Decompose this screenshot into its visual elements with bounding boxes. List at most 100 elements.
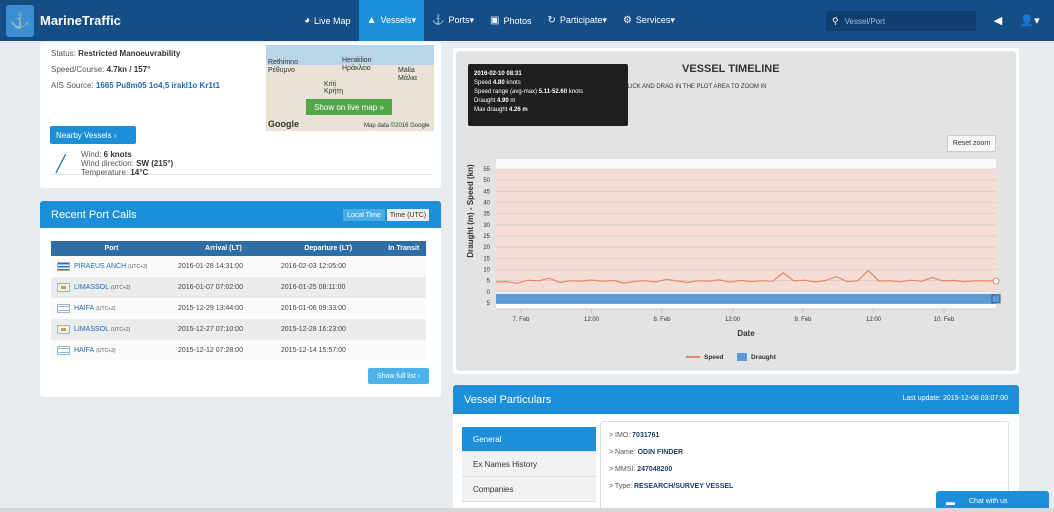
vessel-port-search[interactable]: ⚲ Vessel/Port: [826, 11, 976, 31]
port-name-link[interactable]: PIRAEUS ANCH: [74, 263, 126, 270]
port-name-link[interactable]: HAIFA: [74, 305, 94, 312]
table-row[interactable]: LIMASSOL (UTC+2) 2015-12-27 07:10:00 2015-1…: [51, 319, 426, 340]
particulars-tab[interactable]: General: [462, 427, 596, 452]
table-row[interactable]: HAIFA (UTC+2) 2015-12-12 07:28:00 2015-12-1…: [51, 340, 426, 361]
table-row[interactable]: PIRAEUS ANCH (UTC+2) 2016-01-28 14:31:00 20…: [51, 256, 426, 277]
arrival-cell: 2015-12-27 07:10:00: [171, 319, 275, 340]
x-tick-label: 7. Feb: [512, 317, 530, 323]
column-header[interactable]: Arrival (LT): [171, 241, 275, 256]
hover-marker: [992, 277, 1000, 285]
y-tick-label: 5: [487, 301, 491, 307]
last-update: Last update: 2015-12-08 03:07:00: [902, 395, 1008, 402]
tooltip-line: Draught 4.90 m: [474, 98, 516, 104]
x-tick-label: 10. Feb: [934, 317, 955, 323]
port-name-link[interactable]: LIMASSOL: [74, 284, 109, 291]
show-full-list-button[interactable]: Show full list ›: [368, 368, 429, 384]
wind-line: Wind: 6 knots: [81, 150, 132, 159]
particular-line: > Type: RESEARCH/SURVEY VESSEL: [609, 483, 734, 490]
port-name-link[interactable]: HAIFA: [74, 347, 94, 354]
speed-course-line: Speed/Course: 4.7kn / 157°: [51, 65, 151, 74]
column-header[interactable]: Departure (LT): [274, 241, 382, 256]
globe-icon: ◕: [304, 15, 311, 26]
x-tick-label: 12:00: [584, 317, 600, 323]
particular-line: > Name: ODIN FINDER: [609, 449, 684, 456]
nav-item-label: Services▾: [635, 15, 675, 25]
user-menu-icon[interactable]: 👤▾: [1014, 0, 1046, 41]
in-transit-cell: [381, 277, 426, 298]
particulars-title: Vessel Particulars: [464, 393, 552, 406]
nav-item-label: Ports▾: [448, 15, 475, 25]
column-header[interactable]: Port: [51, 241, 172, 256]
timezone-label: (UTC+2): [111, 284, 131, 291]
google-logo: Google: [268, 119, 299, 129]
brand-name: MarineTraffic: [40, 13, 121, 28]
y-axis-label: Draught (m) - Speed (kn): [466, 164, 475, 258]
country-flag-icon: [57, 346, 70, 355]
local-time-toggle[interactable]: Local Time: [343, 209, 385, 221]
nav-item-0[interactable]: ◕ Live Map: [296, 0, 359, 41]
y-tick-label: 20: [483, 245, 490, 251]
particular-line: > MMSI: 247048200: [609, 466, 673, 473]
departure-cell: 2016-02-03 12:05:00: [274, 256, 382, 277]
nav-item-label: Vessels▾: [380, 15, 417, 25]
ship-logo-icon: ⚓: [6, 4, 34, 37]
country-flag-icon: [57, 262, 70, 271]
timeline-title: VESSEL TIMELINE: [682, 63, 780, 75]
megaphone-icon[interactable]: ◀: [982, 0, 1014, 41]
departure-cell: 2015-12-28 16:23:00: [274, 319, 382, 340]
country-flag-icon: [57, 304, 70, 313]
y-tick-label: 0: [487, 290, 491, 296]
tooltip-line: Max draught 4.26 m: [474, 107, 528, 113]
horizontal-scrollbar[interactable]: [0, 508, 1054, 512]
chat-label: Chat with us: [969, 498, 1008, 505]
table-row[interactable]: LIMASSOL (UTC+2) 2016-01-07 07:02:00 2016-0…: [51, 277, 426, 298]
particular-line: > IMO: 7031761: [609, 432, 660, 439]
main-menu: ◕ Live Map ▲ Vessels▾ ⚓ Ports▾ ▣ Photos ↻ Partici…: [296, 0, 683, 41]
arrival-cell: 2015-12-12 07:28:00: [171, 340, 275, 361]
nav-item-4[interactable]: ↻ Participate▾: [540, 0, 615, 41]
country-flag-icon: [57, 325, 70, 334]
draught-hover-marker: [991, 294, 1001, 304]
tooltip-line: Speed 4.80 knots: [474, 80, 521, 86]
particulars-tab[interactable]: Ex Names History: [462, 452, 596, 477]
mini-map[interactable]: Rethimno Ρέθυμνο Heraklion Ηράκλειο Mali…: [266, 45, 434, 131]
wind-direction-icon: ╱: [56, 156, 66, 173]
table-row[interactable]: HAIFA (UTC+2) 2015-12-29 13:44:00 2016-01-0…: [51, 298, 426, 319]
timezone-label: (UTC+2): [111, 326, 131, 333]
y-tick-label: 35: [483, 212, 490, 218]
timezone-label: (UTC+2): [96, 305, 116, 312]
port-calls-table: Port Arrival (LT) Departure (LT) In Transit…: [51, 241, 426, 361]
camera-icon: ▣: [490, 15, 500, 26]
departure-cell: 2016-01-06 09:33:00: [274, 298, 382, 319]
y-tick-label: 15: [483, 256, 490, 262]
legend-speed-label: Speed: [704, 354, 724, 361]
nav-item-3[interactable]: ▣ Photos: [482, 0, 539, 41]
weather-block: ╱ Wind: 6 knots Wind direction: SW (215°…: [40, 140, 441, 186]
x-tick-label: 8. Feb: [653, 317, 671, 323]
column-header[interactable]: In Transit: [381, 241, 426, 256]
chart-tooltip: 2016-02-10 08:31 Speed 4.80 knots Speed ra…: [468, 64, 628, 126]
timeline-subtitle: CLICK AND DRAG IN THE PLOT AREA TO ZOOM …: [623, 84, 767, 90]
y-tick-label: 30: [483, 223, 490, 229]
utc-time-toggle[interactable]: Time (UTC): [387, 209, 429, 221]
reset-zoom-button[interactable]: Reset zoom: [947, 135, 996, 152]
arrival-cell: 2016-01-28 14:31:00: [171, 256, 275, 277]
tooltip-line: 2016-02-10 08:31: [474, 71, 522, 77]
legend-draught-swatch: [737, 353, 747, 361]
nav-item-2[interactable]: ⚓ Ports▾: [424, 0, 482, 41]
timezone-label: (UTC+2): [96, 347, 116, 354]
arrival-cell: 2016-01-07 07:02:00: [171, 277, 275, 298]
top-navbar: ⚓ MarineTraffic ◕ Live Map ▲ Vessels▾ ⚓ Ports…: [0, 0, 1054, 41]
participate-icon: ↻: [547, 15, 556, 26]
brand-logo[interactable]: ⚓ MarineTraffic: [0, 0, 121, 41]
nav-item-5[interactable]: ⚙ Services▾: [615, 0, 683, 41]
particulars-tabs: General Ex Names History Companies: [462, 427, 596, 502]
particulars-tab[interactable]: Companies: [462, 477, 596, 502]
port-calls-title: Recent Port Calls: [51, 208, 137, 221]
timezone-label: (UTC+2): [128, 263, 148, 270]
x-axis-label: Date: [737, 329, 755, 338]
nav-item-1[interactable]: ▲ Vessels▾: [358, 0, 425, 41]
port-name-link[interactable]: LIMASSOL: [74, 326, 109, 333]
nav-item-label: Live Map: [314, 15, 351, 26]
show-on-live-map-button[interactable]: Show on live map »: [306, 99, 392, 115]
